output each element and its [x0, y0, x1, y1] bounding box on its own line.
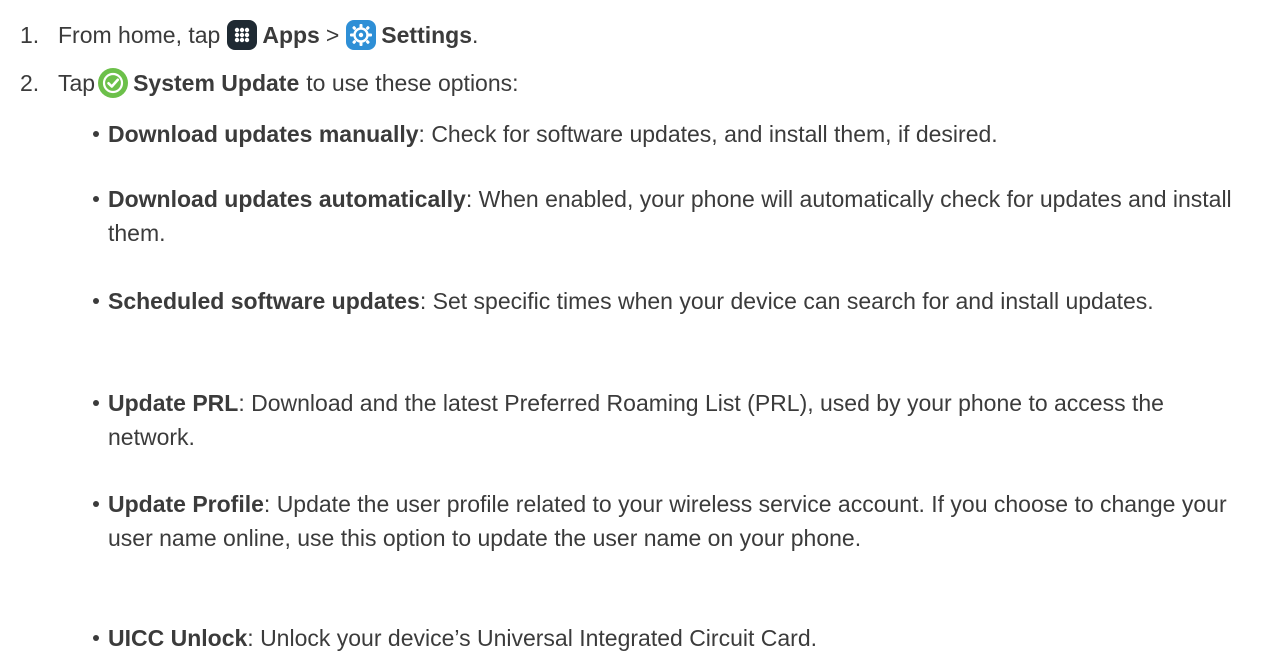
option-term: Scheduled software updates	[108, 288, 420, 314]
apps-label: Apps	[262, 22, 320, 48]
system-update-label: System Update	[133, 70, 300, 96]
options-list: Scheduled software updates: Set specific…	[93, 284, 1240, 318]
list-item: Update Profile: Update the user profile …	[93, 487, 1240, 555]
step-text: From home, tap	[58, 22, 221, 48]
option-description: : Unlock your device’s Universal Integra…	[247, 625, 817, 651]
step-number: 1.	[20, 22, 40, 48]
step-end: .	[472, 22, 479, 48]
bullet-dot	[93, 131, 99, 137]
options-list: UICC Unlock: Unlock your device’s Univer…	[93, 621, 1240, 655]
option-term: Download updates manually	[108, 121, 419, 147]
list-item: Download updates manually: Check for sof…	[93, 117, 1240, 151]
bullet-dot	[93, 501, 99, 507]
check-circle-icon	[97, 67, 129, 99]
step-text: Tap	[58, 70, 96, 96]
settings-gear-icon	[345, 19, 377, 51]
bullet-dot	[93, 400, 99, 406]
list-item: Update PRL: Download and the latest Pref…	[93, 386, 1240, 454]
list-item: Scheduled software updates: Set specific…	[93, 284, 1240, 318]
list-item: UICC Unlock: Unlock your device’s Univer…	[93, 621, 1240, 655]
options-list: Update PRL: Download and the latest Pref…	[93, 386, 1240, 454]
step-1: 1. From home, tap Apps > Settings .	[20, 19, 478, 51]
option-description: : Set specific times when your device ca…	[419, 288, 1154, 314]
step-number: 2.	[20, 70, 40, 96]
option-description: : Check for software updates, and instal…	[418, 121, 998, 147]
bullet-dot	[93, 298, 99, 304]
options-list: Download updates manually: Check for sof…	[93, 117, 1240, 151]
option-description: : Update the user profile related to you…	[108, 491, 1227, 551]
step-2: 2. Tap System Update to use these option…	[20, 67, 519, 99]
bullet-dot	[93, 196, 99, 202]
settings-label: Settings	[381, 22, 473, 48]
options-list: Download updates automatically: When ena…	[93, 182, 1240, 250]
option-term: Download updates automatically	[108, 186, 466, 212]
option-term: Update Profile	[108, 491, 264, 517]
option-description: : Download and the latest Preferred Roam…	[108, 390, 1164, 450]
apps-grid-icon	[226, 19, 258, 51]
option-term: UICC Unlock	[108, 625, 248, 651]
bullet-dot	[93, 635, 99, 641]
list-item: Download updates automatically: When ena…	[93, 182, 1240, 250]
step-text-after: to use these options:	[306, 70, 519, 96]
options-list: Update Profile: Update the user profile …	[93, 487, 1240, 555]
option-term: Update PRL	[108, 390, 239, 416]
separator: >	[325, 22, 340, 48]
